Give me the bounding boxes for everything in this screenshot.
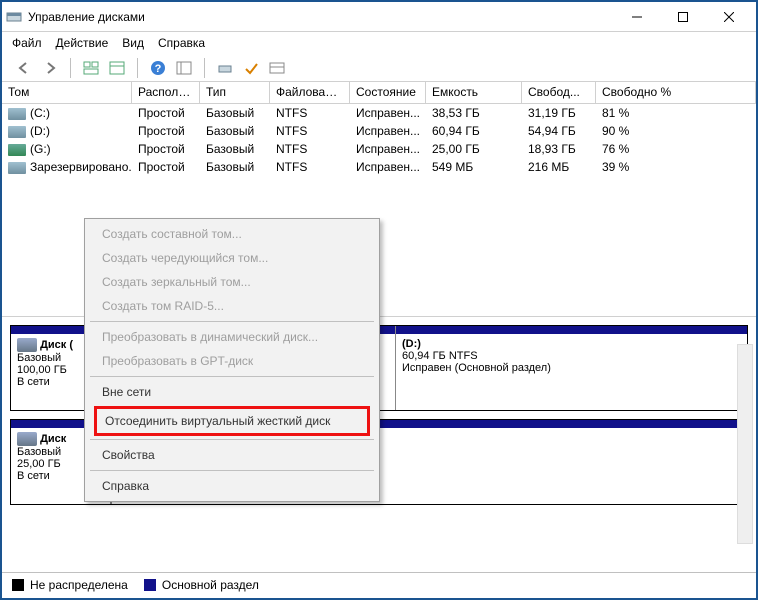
legend-unalloc: Не распределена (30, 578, 128, 592)
legend: Не распределена Основной раздел (2, 572, 756, 596)
volume-icon (8, 108, 26, 120)
titlebar: Управление дисками (2, 2, 756, 32)
volume-row[interactable]: Зарезервировано...ПростойБазовыйNTFSИспр… (2, 158, 756, 176)
cm-spanned: Создать составной том... (88, 222, 376, 246)
scrollbar[interactable] (737, 344, 753, 544)
disk-icon (17, 432, 37, 446)
cm-detach-vhd[interactable]: Отсоединить виртуальный жесткий диск (97, 409, 367, 433)
maximize-button[interactable] (660, 3, 706, 31)
volume-row[interactable]: (G:)ПростойБазовыйNTFSИсправен...25,00 Г… (2, 140, 756, 158)
cm-convert-gpt: Преобразовать в GPT-диск (88, 349, 376, 373)
disk1-type: Базовый (17, 446, 61, 458)
disk1-status: В сети (17, 470, 50, 482)
volume-icon (8, 162, 26, 174)
volume-row[interactable]: (D:)ПростойБазовыйNTFSИсправен...60,94 Г… (2, 122, 756, 140)
cm-help[interactable]: Справка (88, 474, 376, 498)
disk1-size: 25,00 ГБ (17, 458, 61, 470)
toolbar: ? (2, 54, 756, 82)
action-icon-1[interactable] (213, 57, 237, 79)
cm-properties[interactable]: Свойства (88, 443, 376, 467)
disk0-part-d[interactable]: (D:) 60,94 ГБ NTFS Исправен (Основной ра… (395, 326, 747, 410)
disk0-name: Диск ( (40, 339, 73, 351)
disk0-type: Базовый (17, 352, 61, 364)
cm-striped: Создать чередующийся том... (88, 246, 376, 270)
volume-icon (8, 144, 26, 156)
cm-convert-dynamic: Преобразовать в динамический диск... (88, 325, 376, 349)
disk0-size: 100,00 ГБ (17, 364, 67, 376)
volume-icon (8, 126, 26, 138)
help-icon[interactable]: ? (146, 57, 170, 79)
col-free[interactable]: Свобод... (522, 82, 596, 103)
swatch-unallocated (12, 579, 24, 591)
view-icon-1[interactable] (79, 57, 103, 79)
window-title: Управление дисками (28, 10, 614, 24)
svg-text:?: ? (155, 63, 162, 75)
action-icon-2[interactable] (239, 57, 263, 79)
col-tom[interactable]: Том (2, 82, 132, 103)
col-fs[interactable]: Файловая с... (270, 82, 350, 103)
disk0-status: В сети (17, 376, 50, 388)
legend-primary: Основной раздел (162, 578, 259, 592)
back-button[interactable] (12, 57, 36, 79)
context-menu: Создать составной том... Создать чередую… (84, 218, 380, 502)
minimize-button[interactable] (614, 3, 660, 31)
disk-icon (17, 338, 37, 352)
d-line: 60,94 ГБ NTFS (402, 350, 741, 362)
col-status[interactable]: Состояние (350, 82, 426, 103)
volume-row[interactable]: (C:)ПростойБазовыйNTFSИсправен...38,53 Г… (2, 104, 756, 122)
col-capacity[interactable]: Емкость (426, 82, 522, 103)
menu-file[interactable]: Файл (12, 36, 42, 50)
swatch-primary (144, 579, 156, 591)
col-pct[interactable]: Свободно % (596, 82, 756, 103)
menubar: Файл Действие Вид Справка (2, 32, 756, 54)
menu-help[interactable]: Справка (158, 36, 205, 50)
menu-view[interactable]: Вид (122, 36, 144, 50)
cm-detach-highlight: Отсоединить виртуальный жесткий диск (94, 406, 370, 436)
cm-offline[interactable]: Вне сети (88, 380, 376, 404)
menu-action[interactable]: Действие (56, 36, 109, 50)
d-status: Исправен (Основной раздел) (402, 362, 741, 374)
col-type[interactable]: Тип (200, 82, 270, 103)
d-title: (D:) (402, 338, 741, 350)
cm-mirror: Создать зеркальный том... (88, 270, 376, 294)
cm-raid5: Создать том RAID-5... (88, 294, 376, 318)
view-icon-2[interactable] (105, 57, 129, 79)
forward-button[interactable] (38, 57, 62, 79)
refresh-icon[interactable] (172, 57, 196, 79)
app-icon (6, 9, 22, 25)
disk1-name: Диск (40, 433, 66, 445)
col-layout[interactable]: Располо... (132, 82, 200, 103)
close-button[interactable] (706, 3, 752, 31)
action-icon-3[interactable] (265, 57, 289, 79)
